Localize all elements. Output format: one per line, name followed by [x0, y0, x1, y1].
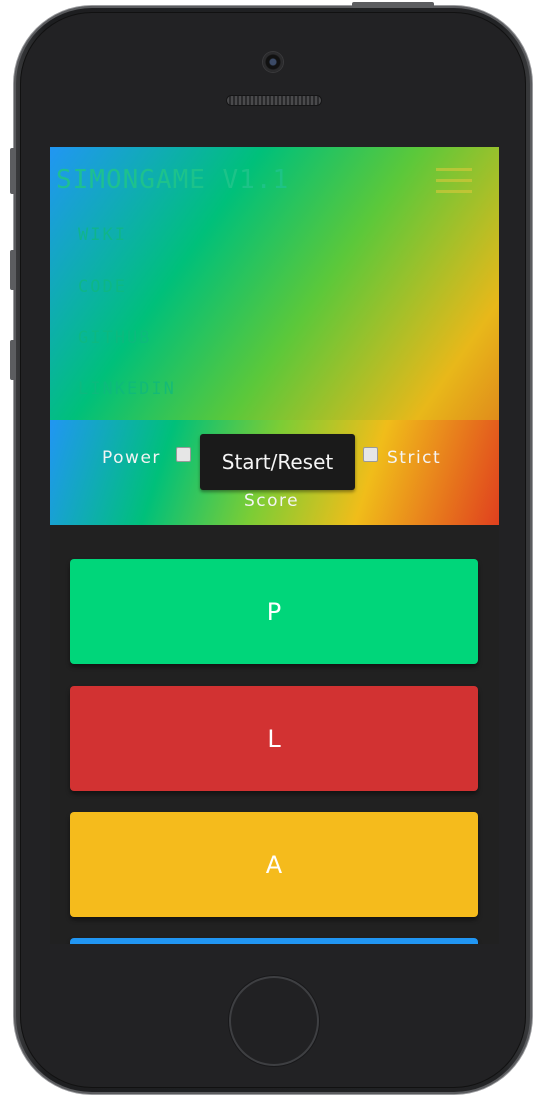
volume-up-button [10, 250, 16, 290]
app-title[interactable]: SIMONGAME V1.1 [56, 165, 289, 195]
start-reset-button[interactable]: Start/Reset [200, 434, 355, 490]
strict-checkbox[interactable] [363, 447, 378, 462]
pad-red-label: L [267, 724, 281, 753]
header-gradient: SIMONGAME V1.1 WIKI CODE GITHUB LINKEDIN… [50, 147, 499, 525]
pad-green-label: P [266, 597, 282, 626]
front-camera [263, 52, 283, 72]
volume-down-button [10, 340, 16, 380]
nav-item-code[interactable]: CODE [78, 277, 127, 297]
mute-switch [10, 148, 16, 194]
sleep-button [352, 2, 434, 8]
nav-item-github[interactable]: GITHUB [78, 328, 151, 348]
hamburger-icon[interactable] [436, 168, 472, 194]
power-checkbox[interactable] [176, 447, 191, 462]
nav-item-wiki[interactable]: WIKI [78, 225, 127, 245]
pad-red[interactable]: L [70, 686, 478, 791]
app-screen: SIMONGAME V1.1 WIKI CODE GITHUB LINKEDIN… [50, 147, 499, 944]
pad-green[interactable]: P [70, 559, 478, 664]
pad-blue[interactable] [70, 938, 478, 944]
controls-bar: Power Start/Reset Strict Score [50, 420, 499, 525]
power-label: Power [102, 448, 161, 468]
nav-item-linkedin[interactable]: LINKEDIN [78, 379, 176, 399]
earpiece-speaker [227, 96, 321, 105]
strict-label: Strict [387, 448, 442, 468]
home-button[interactable] [231, 978, 317, 1064]
pad-yellow[interactable]: A [70, 812, 478, 917]
score-label: Score [244, 491, 300, 511]
pad-yellow-label: A [265, 850, 283, 879]
